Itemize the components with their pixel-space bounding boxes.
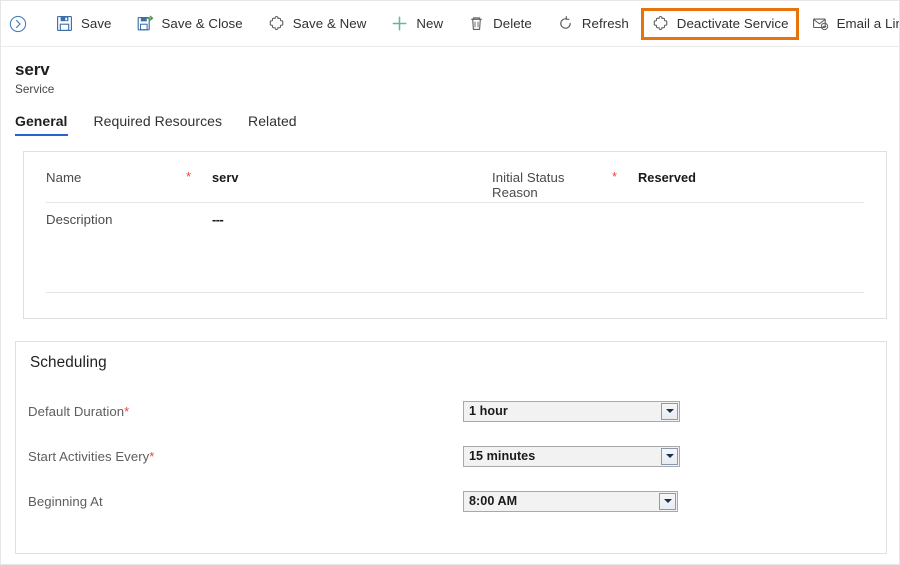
- save-button-label: Save: [81, 16, 112, 31]
- new-button[interactable]: New: [378, 9, 455, 39]
- plus-icon: [390, 14, 409, 33]
- save-button[interactable]: Save: [43, 9, 124, 39]
- name-required-indicator: *: [186, 169, 192, 184]
- field-divider: [46, 202, 864, 203]
- save-and-new-button-label: Save & New: [292, 16, 367, 31]
- start-activities-every-row: Start Activities Every* 15 minutes: [28, 445, 680, 467]
- tab-required-resources-label: Required Resources: [93, 113, 223, 129]
- chevron-down-icon[interactable]: [661, 447, 678, 465]
- default-duration-value: 1 hour: [469, 404, 508, 418]
- default-duration-label: Default Duration*: [28, 403, 130, 419]
- save-and-new-icon: [267, 14, 286, 33]
- description-field[interactable]: Description ---: [46, 212, 492, 227]
- scheduling-section-title: Scheduling: [30, 354, 107, 371]
- scheduling-section-card: Scheduling Default Duration* 1 hour Star…: [15, 341, 887, 554]
- save-and-close-button[interactable]: Save & Close: [124, 9, 255, 39]
- save-and-close-icon: [136, 14, 155, 33]
- initial-status-reason-label: Initial Status Reason: [492, 170, 565, 200]
- beginning-at-label: Beginning At: [28, 493, 103, 509]
- default-duration-row: Default Duration* 1 hour: [28, 400, 680, 422]
- email-a-link-button[interactable]: Email a Link: [799, 9, 899, 39]
- beginning-at-dropdown[interactable]: 8:00 AM: [463, 490, 678, 512]
- chevron-down-icon[interactable]: [659, 492, 676, 510]
- record-header: serv Service: [1, 47, 899, 97]
- new-button-label: New: [416, 16, 444, 31]
- tab-general[interactable]: General: [15, 113, 68, 136]
- refresh-button[interactable]: Refresh: [544, 9, 641, 39]
- start-activities-every-value: 15 minutes: [469, 449, 536, 463]
- save-and-close-button-label: Save & Close: [161, 16, 243, 31]
- trash-icon: [467, 14, 486, 33]
- initial-status-reason-required-indicator: *: [612, 169, 618, 184]
- tab-related-label: Related: [248, 113, 297, 129]
- start-activities-every-dropdown[interactable]: 15 minutes: [463, 445, 680, 467]
- delete-button-label: Delete: [493, 16, 532, 31]
- deactivate-icon: [651, 14, 670, 33]
- chevron-right-circle-icon[interactable]: [9, 9, 27, 39]
- start-activities-every-label: Start Activities Every*: [28, 448, 155, 464]
- deactivate-service-button[interactable]: Deactivate Service: [640, 7, 799, 40]
- email-link-icon: [811, 14, 830, 33]
- description-field-value: ---: [212, 212, 224, 227]
- chevron-down-icon[interactable]: [661, 402, 678, 420]
- record-entity-name: Service: [15, 82, 55, 96]
- general-section-card: Name * serv Initial Status Reason * Rese…: [23, 151, 887, 319]
- refresh-icon: [556, 14, 575, 33]
- name-field[interactable]: Name * serv: [46, 170, 492, 200]
- delete-button[interactable]: Delete: [455, 9, 544, 39]
- tab-related[interactable]: Related: [248, 113, 297, 136]
- form-tab-list: General Required Resources Related: [1, 109, 899, 136]
- tab-general-label: General: [15, 113, 68, 129]
- refresh-button-label: Refresh: [581, 16, 629, 31]
- save-floppy-icon: [55, 14, 74, 33]
- tab-required-resources[interactable]: Required Resources: [94, 113, 223, 136]
- description-field-label: Description: [46, 212, 113, 227]
- name-field-label: Name: [46, 170, 82, 185]
- page-title: serv: [15, 60, 50, 79]
- save-and-new-button[interactable]: Save & New: [255, 9, 379, 39]
- name-field-value: serv: [212, 170, 239, 185]
- start-activities-every-required-indicator: *: [149, 448, 155, 464]
- beginning-at-value: 8:00 AM: [469, 494, 518, 508]
- initial-status-reason-value: Reserved: [638, 170, 697, 185]
- section-divider: [46, 292, 864, 293]
- general-row-description: Description ---: [46, 212, 864, 227]
- command-bar: Save Save & Close Save & New New Delete …: [1, 1, 899, 47]
- initial-status-reason-field[interactable]: Initial Status Reason * Reserved: [492, 170, 696, 200]
- beginning-at-row: Beginning At 8:00 AM: [28, 490, 678, 512]
- email-a-link-button-label: Email a Link: [836, 16, 899, 31]
- service-record-form: Save Save & Close Save & New New Delete …: [0, 0, 900, 565]
- default-duration-required-indicator: *: [124, 403, 130, 419]
- deactivate-service-button-label: Deactivate Service: [676, 16, 789, 31]
- general-row-name: Name * serv Initial Status Reason * Rese…: [46, 170, 864, 200]
- default-duration-dropdown[interactable]: 1 hour: [463, 400, 680, 422]
